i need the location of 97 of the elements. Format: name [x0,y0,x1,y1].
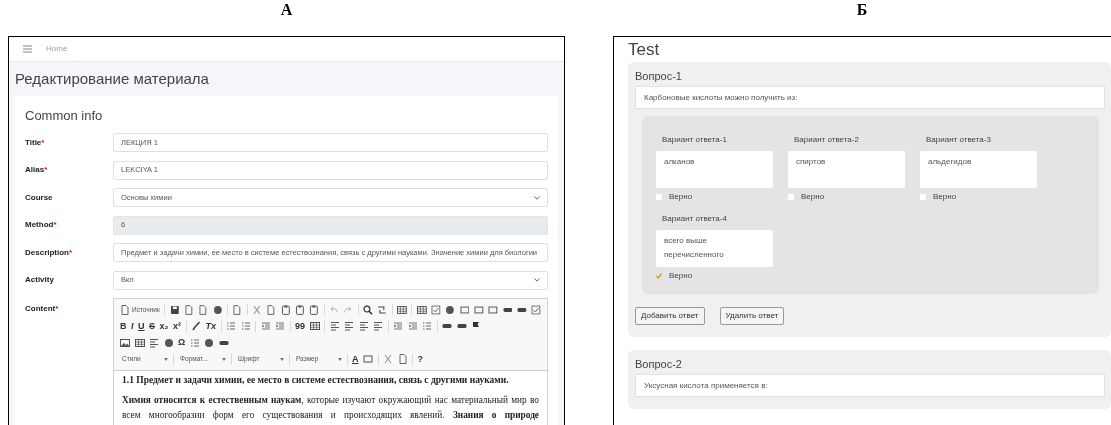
field-label: Activity [25,274,54,286]
toolbar-button[interactable]: x² [173,320,182,332]
answer-label: Вариант ответа-2 [793,134,859,146]
clipboard-icon[interactable] [280,304,291,315]
indent-icon[interactable] [260,321,271,331]
caret-icon [338,357,342,361]
checkbox-icon[interactable] [431,304,441,315]
indent-icon[interactable] [393,321,404,331]
rectangle-icon[interactable] [488,304,499,315]
page-title: Test [628,39,660,61]
indent-icon[interactable] [407,321,418,331]
table-icon[interactable] [397,304,407,315]
toolbar-button[interactable]: S [149,320,156,332]
bar-icon[interactable] [442,321,453,331]
circle-icon[interactable] [204,337,215,348]
document-icon[interactable] [184,304,194,315]
answer-field[interactable]: алканов [656,151,773,188]
align-icon[interactable] [149,337,159,348]
card-title: Common info [25,107,103,125]
circle-icon[interactable] [163,337,174,348]
table-icon[interactable] [134,337,145,348]
field-label: Description* [25,246,73,259]
caret-icon [280,357,284,361]
required-mark: * [44,165,48,174]
bar-icon[interactable] [456,321,467,331]
checkbox[interactable] [656,194,662,200]
circle-icon[interactable] [212,304,223,315]
align-icon[interactable] [358,321,369,331]
table-icon[interactable] [416,304,427,315]
arrows-icon[interactable] [377,304,388,315]
content-heading: 1.1 Предмет и задачи химии, ее место в системе естествознания, связь с другими науками. [122,373,510,387]
rectangle-icon[interactable] [459,304,470,315]
answer-field[interactable]: всего выше перечисленного [656,230,773,267]
rectangle-icon[interactable] [474,304,484,315]
answer-field[interactable]: спиртов [788,151,905,188]
checkbox[interactable] [656,273,662,279]
indent-icon[interactable] [275,321,286,331]
caret-icon [164,357,168,361]
toolbar-button[interactable]: U [138,320,145,332]
answer-label: Вариант ответа-3 [925,134,991,146]
brush-icon[interactable] [191,321,202,331]
checkbox-label: Верно [933,191,957,203]
toolbar-button[interactable]: Ω [178,337,186,348]
field-label: Title* [25,136,45,149]
checkbox-label: Верно [669,270,693,282]
document-icon[interactable] [397,354,408,364]
toolbar-button[interactable]: x₂ [159,320,169,332]
question-field[interactable]: Уксусная кислота применяется в: [635,374,1105,397]
search-icon[interactable] [363,304,373,315]
required-mark: * [55,304,59,313]
document-icon[interactable] [120,304,130,315]
figure-label: Б [856,1,868,19]
answer-label: Вариант ответа-1 [661,134,727,146]
content-paragraph: Химия относится к естественным наукам, которые изучают окружающий нас материальный мир во всем многообразии форм его существования и происходящих явлений. Знания о природе [122,393,539,422]
toolbar-button[interactable]: ? [417,353,423,365]
clipboard-icon[interactable] [294,304,305,315]
field-label: Method* [25,219,57,231]
circle-icon[interactable] [445,304,456,315]
document-icon[interactable] [198,304,209,315]
field-label: Alias* [25,164,48,176]
required-mark: * [53,220,57,229]
document-icon[interactable] [266,304,277,315]
document-icon[interactable] [232,304,243,315]
figure-label: А [280,1,293,19]
answer-label: Вариант ответа-4 [661,213,727,225]
toolbar-button[interactable]: A [352,353,359,365]
required-mark: * [41,137,45,147]
clipboard-icon[interactable] [309,304,319,315]
checkbox[interactable] [920,194,926,200]
question-title: Вопрос-2 [635,357,682,372]
align-icon[interactable] [329,321,340,331]
toolbar-button[interactable]: Tx [205,320,217,332]
chevron-icon [534,278,540,282]
field-label: Course [25,191,53,204]
save-icon[interactable] [169,304,180,315]
question-title: Вопрос-1 [635,69,682,84]
checkbox[interactable] [788,194,794,200]
image-icon[interactable] [120,337,130,348]
chevron-icon [534,195,540,200]
button[interactable]: Удалить ответ [719,307,785,325]
toolbar-button[interactable]: I [131,320,134,332]
question-field[interactable]: Карбоновые кислоты можно получить из: [635,86,1105,109]
required-mark: * [69,247,73,257]
checkbox-label: Верно [801,191,825,203]
page-title: Редактирование материала [15,68,210,89]
button[interactable]: Добавить ответ [635,307,705,325]
caret-icon [222,357,226,361]
rectangle-icon[interactable] [363,354,373,364]
toolbar-button[interactable]: B [120,320,127,332]
answer-field[interactable]: альдегидов [920,151,1037,188]
toolbar-button[interactable]: 99 [295,320,306,332]
field-label: Content* [25,303,59,315]
checkbox-label: Верно [669,191,693,203]
checkbox-icon[interactable] [531,304,541,315]
align-icon[interactable] [344,321,355,331]
align-icon[interactable] [373,321,384,331]
table-icon[interactable] [309,321,320,331]
